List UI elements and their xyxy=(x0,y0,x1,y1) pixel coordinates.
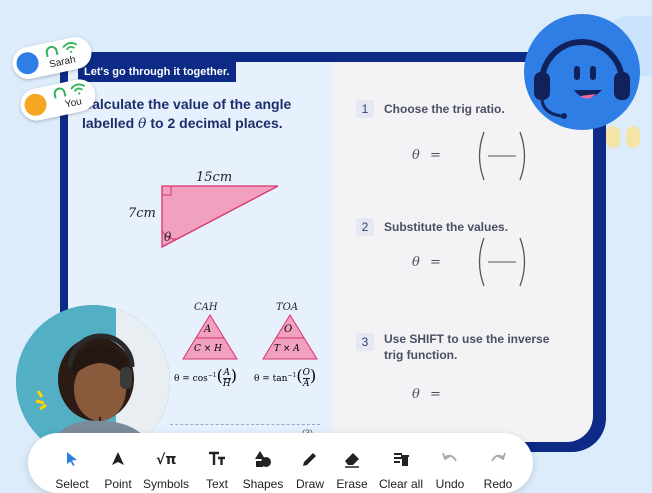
shapes-icon xyxy=(255,451,271,467)
step-equals: = xyxy=(430,148,441,163)
tool-point[interactable]: Point xyxy=(96,433,140,493)
question-text: Calculate the value of the angle labelle… xyxy=(82,95,332,134)
formula-numerator: A xyxy=(204,324,212,335)
tool-undo[interactable]: Undo xyxy=(428,433,472,493)
tool-label: Shapes xyxy=(242,477,284,491)
tool-label: Text xyxy=(205,477,228,491)
tool-select[interactable]: Select xyxy=(50,433,94,493)
right-triangle xyxy=(161,185,279,249)
tool-label: Undo xyxy=(435,477,465,491)
tool-label: Clear all xyxy=(378,477,423,491)
formula-toa: TOA O T × A θ = tan−1(O A) xyxy=(254,302,326,392)
step-instruction: Use SHIFT to use the inverse trig functi… xyxy=(384,332,550,362)
undo-icon xyxy=(442,452,457,462)
fraction-input[interactable] xyxy=(474,236,530,288)
side-label-left: 7cm xyxy=(128,206,156,221)
participant-name: You xyxy=(64,96,83,111)
tool-clear-all[interactable]: Clear all xyxy=(374,433,428,493)
sqrt-pi-icon: √π xyxy=(156,452,176,468)
formula-expression: θ = tan−1(O A) xyxy=(254,366,317,389)
question-line-1: Calculate the value of the angle xyxy=(82,96,292,112)
svg-text:√π: √π xyxy=(156,452,176,468)
tool-label: Erase xyxy=(336,477,368,491)
pointer-icon xyxy=(112,452,124,465)
tool-symbols[interactable]: √π Symbols xyxy=(140,433,192,493)
question-line-2: labelled θ to 2 decimal places. xyxy=(82,115,283,132)
tool-shapes[interactable]: Shapes xyxy=(240,433,286,493)
step-lhs: θ xyxy=(412,387,420,402)
clear-all-icon xyxy=(394,453,409,466)
marks-divider xyxy=(170,424,320,425)
step-lhs: θ xyxy=(412,148,420,163)
formula-numerator: O xyxy=(284,324,293,335)
formula-title: TOA xyxy=(276,302,299,313)
step-number: 3 xyxy=(356,333,374,351)
tool-erase[interactable]: Erase xyxy=(332,433,372,493)
step-instruction: Substitute the values. xyxy=(384,220,509,234)
step-instruction: Choose the trig ratio. xyxy=(384,102,505,116)
fraction-input[interactable] xyxy=(474,130,530,182)
step-equals: = xyxy=(430,387,441,402)
tool-draw[interactable]: Draw xyxy=(290,433,330,493)
formula-expression: θ = cos−1(A H) xyxy=(174,366,237,389)
redo-icon xyxy=(491,452,506,462)
wifi-icon xyxy=(70,83,86,95)
drawing-toolbar: Select Point √π Symbols Text Shapes Draw… xyxy=(28,433,533,493)
pencil-icon xyxy=(303,453,316,466)
cursor-icon xyxy=(67,452,77,466)
tool-label: Point xyxy=(104,477,132,491)
step-equals: = xyxy=(430,255,441,270)
tool-label: Symbols xyxy=(142,477,189,491)
tool-text[interactable]: Text xyxy=(196,433,238,493)
formula-title: CAH xyxy=(194,302,218,313)
tool-label: Redo xyxy=(483,477,513,491)
wifi-icon xyxy=(62,42,78,53)
tool-label: Draw xyxy=(295,477,324,491)
avatar xyxy=(14,50,41,77)
step-lhs: θ xyxy=(412,255,420,270)
step-number: 1 xyxy=(356,100,374,118)
tool-label: Select xyxy=(55,477,89,491)
eraser-icon xyxy=(345,453,359,468)
side-label-top: 15cm xyxy=(196,170,232,185)
lesson-banner: Let's go through it together. xyxy=(78,62,236,82)
tool-redo[interactable]: Redo xyxy=(476,433,520,493)
formula-cah: CAH A C × H θ = cos−1(A H) xyxy=(174,302,246,392)
avatar xyxy=(22,91,49,118)
formula-denominator: C × H xyxy=(194,344,222,354)
text-icon xyxy=(209,451,225,465)
triangle-diagram: 15cm 7cm θ xyxy=(128,170,279,249)
formula-denominator: T × A xyxy=(274,344,300,354)
step-number: 2 xyxy=(356,218,374,236)
angle-label: θ xyxy=(164,230,172,244)
tutor-mascot xyxy=(524,14,640,130)
